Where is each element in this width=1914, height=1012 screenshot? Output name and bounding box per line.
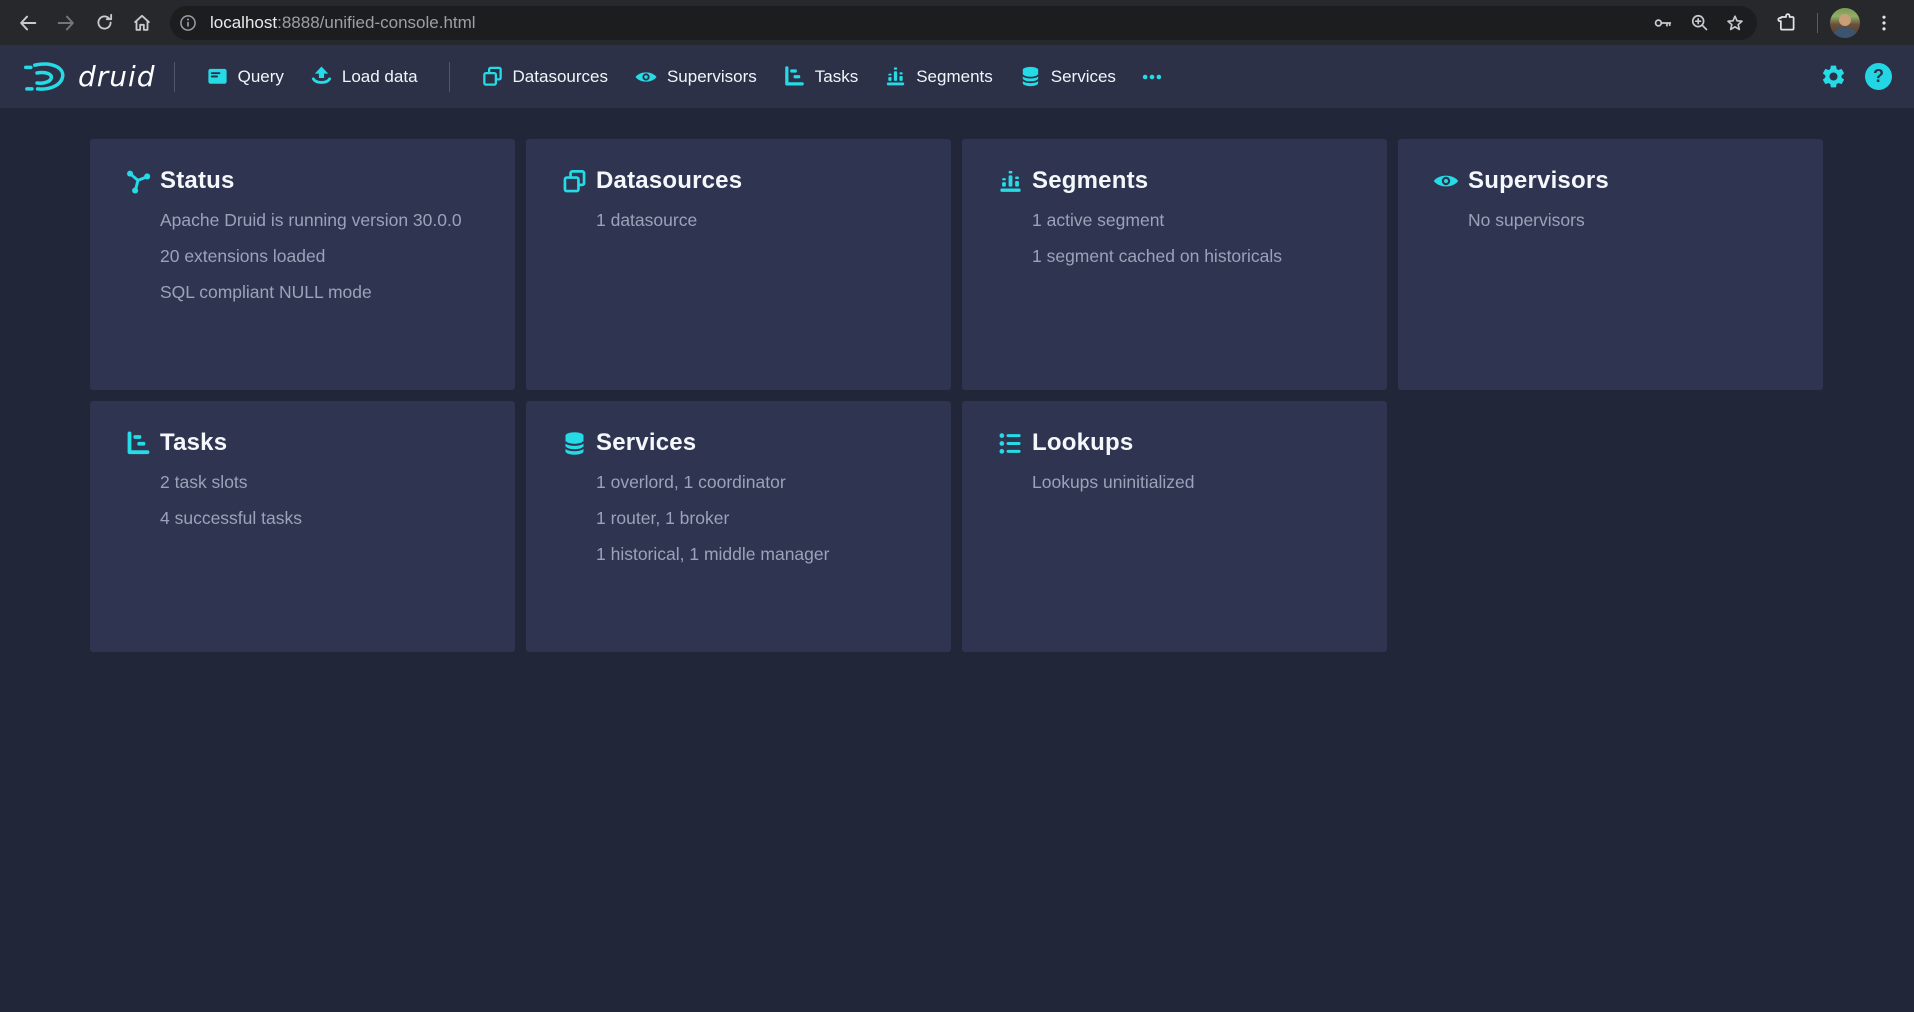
- bar-chart-icon: [996, 168, 1024, 195]
- key-icon: [1652, 12, 1674, 34]
- nav-divider: [174, 62, 175, 92]
- extensions-icon: [1776, 12, 1798, 34]
- help-button[interactable]: ?: [1865, 63, 1892, 90]
- zoom-level-button[interactable]: [1683, 7, 1715, 39]
- toolbar-divider: [1817, 13, 1818, 33]
- list-icon: [996, 430, 1024, 457]
- card-line: 2 task slots: [160, 473, 487, 491]
- nav-divider: [449, 62, 450, 92]
- gear-icon: [1820, 63, 1847, 90]
- card-line: 1 active segment: [1032, 211, 1359, 229]
- nav-item-services[interactable]: Services: [1006, 45, 1129, 108]
- druid-navbar: druid Query Load data Datasources: [0, 45, 1914, 108]
- info-icon: [178, 13, 198, 33]
- reload-icon: [94, 12, 115, 33]
- database-icon: [1019, 65, 1042, 88]
- card-line: 1 historical, 1 middle manager: [596, 545, 923, 563]
- card-tasks[interactable]: Tasks 2 task slots 4 successful tasks: [90, 401, 515, 652]
- nav-item-tasks[interactable]: Tasks: [770, 45, 871, 108]
- datasources-icon: [481, 65, 504, 88]
- card-title: Services: [596, 429, 696, 457]
- settings-button[interactable]: [1820, 63, 1847, 90]
- home-view: Status Apache Druid is running version 3…: [0, 108, 1914, 652]
- nav-item-load-data[interactable]: Load data: [297, 45, 431, 108]
- nav-item-label: Services: [1051, 67, 1116, 87]
- eye-icon: [1432, 167, 1460, 195]
- bar-chart-icon: [884, 65, 907, 88]
- forward-icon: [55, 12, 77, 34]
- upload-icon: [310, 65, 333, 88]
- query-icon: [206, 65, 229, 88]
- nav-item-datasources[interactable]: Datasources: [468, 45, 621, 108]
- browser-toolbar: localhost:8888/unified-console.html: [0, 0, 1914, 45]
- url-text[interactable]: localhost:8888/unified-console.html: [210, 13, 1647, 33]
- card-status[interactable]: Status Apache Druid is running version 3…: [90, 139, 515, 390]
- status-graph-icon: [124, 168, 152, 195]
- database-icon: [560, 430, 588, 457]
- card-services[interactable]: Services 1 overlord, 1 coordinator 1 rou…: [526, 401, 951, 652]
- site-info-button[interactable]: [174, 9, 202, 37]
- card-title: Lookups: [1032, 429, 1133, 457]
- nav-item-label: Supervisors: [667, 67, 757, 87]
- star-icon: [1724, 12, 1746, 34]
- zoom-icon: [1689, 12, 1710, 33]
- nav-item-label: Query: [238, 67, 284, 87]
- cards-grid: Status Apache Druid is running version 3…: [90, 139, 1914, 652]
- url-host: localhost: [210, 13, 277, 32]
- card-line: Lookups uninitialized: [1032, 473, 1359, 491]
- druid-logo-text: druid: [78, 60, 156, 93]
- menu-dots-icon: [1874, 13, 1894, 33]
- card-line: Apache Druid is running version 30.0.0: [160, 211, 487, 229]
- card-line: 1 segment cached on historicals: [1032, 247, 1359, 265]
- extensions-button[interactable]: [1769, 5, 1805, 41]
- back-button[interactable]: [10, 5, 46, 41]
- gantt-icon: [783, 65, 806, 88]
- nav-item-label: Segments: [916, 67, 993, 87]
- druid-logo[interactable]: druid: [22, 60, 156, 94]
- card-title: Segments: [1032, 167, 1148, 195]
- back-icon: [17, 12, 39, 34]
- card-line: 4 successful tasks: [160, 509, 487, 527]
- nav-item-label: Datasources: [513, 67, 608, 87]
- home-button[interactable]: [124, 5, 160, 41]
- card-lookups[interactable]: Lookups Lookups uninitialized: [962, 401, 1387, 652]
- browser-menu-button[interactable]: [1866, 5, 1902, 41]
- card-title: Tasks: [160, 429, 227, 457]
- card-title: Supervisors: [1468, 167, 1609, 195]
- card-segments[interactable]: Segments 1 active segment 1 segment cach…: [962, 139, 1387, 390]
- card-line: SQL compliant NULL mode: [160, 283, 487, 301]
- datasources-icon: [560, 168, 588, 195]
- gantt-icon: [124, 430, 152, 457]
- bookmark-button[interactable]: [1719, 7, 1751, 39]
- password-manager-button[interactable]: [1647, 7, 1679, 39]
- help-icon: ?: [1873, 66, 1884, 87]
- nav-item-label: Tasks: [815, 67, 858, 87]
- card-line: 1 router, 1 broker: [596, 509, 923, 527]
- nav-more-button[interactable]: [1129, 45, 1175, 108]
- card-title: Status: [160, 167, 235, 195]
- url-bar[interactable]: localhost:8888/unified-console.html: [170, 6, 1757, 40]
- nav-item-label: Load data: [342, 67, 418, 87]
- card-supervisors[interactable]: Supervisors No supervisors: [1398, 139, 1823, 390]
- nav-item-query[interactable]: Query: [193, 45, 297, 108]
- card-line: 1 overlord, 1 coordinator: [596, 473, 923, 491]
- card-title: Datasources: [596, 167, 742, 195]
- reload-button[interactable]: [86, 5, 122, 41]
- home-icon: [131, 12, 153, 34]
- nav-item-supervisors[interactable]: Supervisors: [621, 45, 770, 108]
- druid-logo-icon: [22, 60, 68, 94]
- profile-avatar[interactable]: [1830, 8, 1860, 38]
- card-line: No supervisors: [1468, 211, 1795, 229]
- url-path: :8888/unified-console.html: [277, 13, 475, 32]
- more-dots-icon: [1141, 66, 1163, 88]
- forward-button[interactable]: [48, 5, 84, 41]
- eye-icon: [634, 65, 658, 89]
- nav-item-segments[interactable]: Segments: [871, 45, 1006, 108]
- card-line: 1 datasource: [596, 211, 923, 229]
- card-line: 20 extensions loaded: [160, 247, 487, 265]
- card-datasources[interactable]: Datasources 1 datasource: [526, 139, 951, 390]
